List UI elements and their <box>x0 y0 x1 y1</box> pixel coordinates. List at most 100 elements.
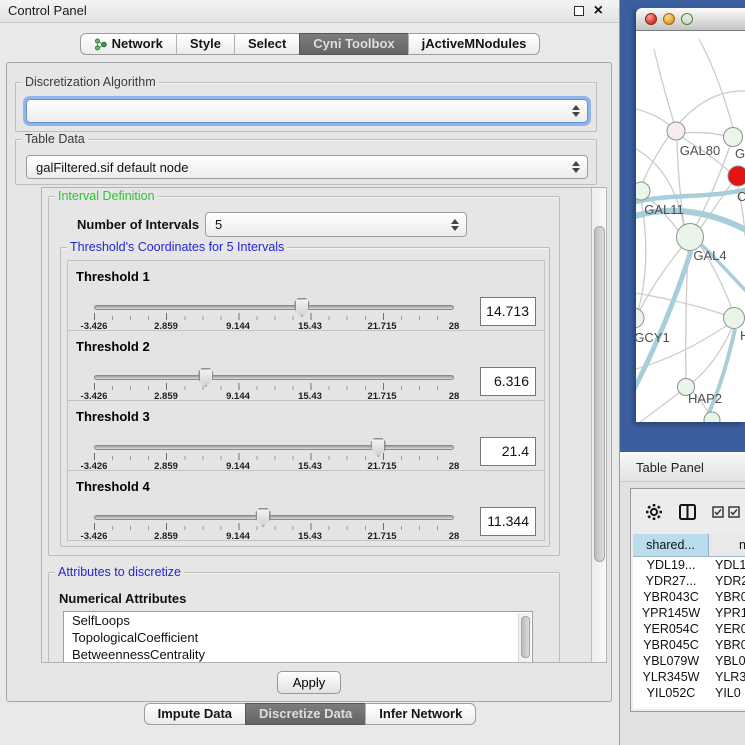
cell-shared-name[interactable]: YIL052C <box>633 685 709 701</box>
table-row[interactable]: YLR345W YLR3 <box>633 669 745 685</box>
minimize-traffic-light-icon[interactable] <box>663 13 675 25</box>
network-window[interactable]: GAL80GCGAL11GAL4GCY1HHAP2 <box>636 8 745 422</box>
cell-name[interactable]: YIL0 <box>709 685 745 701</box>
tab-cyni-toolbox[interactable]: Cyni Toolbox <box>299 33 407 55</box>
tab-infer-network[interactable]: Infer Network <box>365 703 476 725</box>
cell-shared-name[interactable]: YDL19... <box>633 557 709 573</box>
tick-label: 28 <box>449 531 460 542</box>
bottom-tab-bar: Impute Data Discretize Data Infer Networ… <box>0 703 620 725</box>
algorithm-combo[interactable] <box>26 99 588 123</box>
gear-icon[interactable] <box>645 503 663 521</box>
slider-track[interactable] <box>94 305 454 310</box>
zoom-traffic-light-icon[interactable] <box>681 13 693 25</box>
table-row[interactable]: YPR145W YPR1 <box>633 605 745 621</box>
list-item[interactable]: BetweennessCentrality <box>64 646 532 663</box>
section-title: Threshold's Coordinates for 5 Intervals <box>67 240 287 254</box>
cell-shared-name[interactable]: YDR27... <box>633 573 709 589</box>
tab-discretize-data[interactable]: Discretize Data <box>245 703 365 725</box>
threshold-value-field[interactable]: 6.316 <box>480 367 536 396</box>
threshold-label: Threshold 1 <box>76 269 150 284</box>
settings-scrollpane: Interval Definition Number of Intervals … <box>41 187 607 663</box>
control-panel-title: Control Panel <box>8 3 87 18</box>
network-node[interactable] <box>677 224 704 251</box>
network-node[interactable] <box>636 182 650 200</box>
network-node[interactable] <box>724 308 745 329</box>
table-data-combo[interactable]: galFiltered.sif default node <box>26 155 588 179</box>
network-node[interactable] <box>704 412 720 422</box>
tab-label: Style <box>190 33 221 55</box>
tab-select[interactable]: Select <box>234 33 299 55</box>
threshold-slider[interactable]: -3.426 2.859 9.144 15.43 21.715 28 <box>94 369 454 403</box>
cell-name[interactable]: YBL0 <box>709 653 745 669</box>
table-panel-titlebar: Table Panel <box>620 452 745 482</box>
threshold-slider[interactable]: -3.426 2.859 9.144 15.43 21.715 28 <box>94 509 454 543</box>
settings-scrollbar[interactable] <box>591 188 606 662</box>
tab-network[interactable]: Network <box>80 33 176 55</box>
slider-track[interactable] <box>94 515 454 520</box>
cell-name[interactable]: YLR3 <box>709 669 745 685</box>
cell-name[interactable]: YDR2 <box>709 573 745 589</box>
settings-scrollbar-thumb[interactable] <box>594 226 605 562</box>
table-row[interactable]: YER054C YER0 <box>633 621 745 637</box>
cell-name[interactable]: YPR1 <box>709 605 745 621</box>
tab-jactivemnodules[interactable]: jActiveMNodules <box>408 33 541 55</box>
threshold-slider[interactable]: -3.426 2.859 9.144 15.43 21.715 28 <box>94 299 454 333</box>
table-row[interactable]: YBR045C YBR0 <box>633 637 745 653</box>
apply-button[interactable]: Apply <box>277 671 341 694</box>
tab-label: Network <box>112 33 163 55</box>
table-row[interactable]: YIL052C YIL0 <box>633 685 745 701</box>
network-node[interactable] <box>728 166 745 186</box>
numerical-attributes-list[interactable]: SelfLoopsTopologicalCoefficientBetweenne… <box>63 611 533 663</box>
checkbox-icon[interactable] <box>712 506 724 518</box>
list-scrollbar-thumb[interactable] <box>521 616 530 658</box>
slider-track[interactable] <box>94 375 454 380</box>
cell-shared-name[interactable]: YPR145W <box>633 605 709 621</box>
tab-impute-data[interactable]: Impute Data <box>144 703 245 725</box>
cell-shared-name[interactable]: YBR043C <box>633 589 709 605</box>
node-table: shared... na YDL19... YDL1 YDR27... YDR2… <box>633 534 745 709</box>
number-of-intervals-combo[interactable]: 5 <box>205 212 467 237</box>
column-header-shared-name[interactable]: shared... <box>633 534 709 556</box>
table-row[interactable]: YBR043C YBR0 <box>633 589 745 605</box>
threshold-slider[interactable]: -3.426 2.859 9.144 15.43 21.715 28 <box>94 439 454 473</box>
cell-name[interactable]: YDL1 <box>709 557 745 573</box>
cell-shared-name[interactable]: YBL079W <box>633 653 709 669</box>
cell-name[interactable]: YBR0 <box>709 637 745 653</box>
table-row[interactable]: YBL079W YBL0 <box>633 653 745 669</box>
network-node[interactable] <box>667 122 685 140</box>
table-row[interactable]: YDL19... YDL1 <box>633 557 745 573</box>
tick-label: 9.144 <box>226 531 250 542</box>
cell-shared-name[interactable]: YER054C <box>633 621 709 637</box>
network-canvas[interactable]: GAL80GCGAL11GAL4GCY1HHAP2 <box>636 31 745 422</box>
slider-track[interactable] <box>94 445 454 450</box>
node-label: GAL80 <box>680 143 720 158</box>
cell-name[interactable]: YER0 <box>709 621 745 637</box>
list-item[interactable]: TopologicalCoefficient <box>64 629 532 646</box>
threshold-value-field[interactable]: 14.713 <box>480 297 536 326</box>
cell-name[interactable]: YBR0 <box>709 589 745 605</box>
threshold-row: Threshold 2 -3.426 2.859 9.144 <box>67 330 545 401</box>
threshold-value-field[interactable]: 21.4 <box>480 437 536 466</box>
network-node[interactable] <box>636 308 644 328</box>
tab-style[interactable]: Style <box>176 33 234 55</box>
cell-shared-name[interactable]: YLR345W <box>633 669 709 685</box>
tick-label: 21.715 <box>367 531 396 542</box>
cell-shared-name[interactable]: YBR045C <box>633 637 709 653</box>
close-traffic-light-icon[interactable] <box>645 13 657 25</box>
slider-ticks <box>94 312 455 320</box>
network-window-titlebar[interactable] <box>636 8 745 31</box>
threshold-value-field[interactable]: 11.344 <box>480 507 536 536</box>
list-item[interactable]: SelfLoops <box>64 612 532 629</box>
network-edge <box>699 39 733 128</box>
combo-stepper-icon <box>572 105 580 117</box>
table-row[interactable]: YDR27... YDR2 <box>633 573 745 589</box>
list-scrollbar[interactable] <box>518 613 531 663</box>
split-columns-icon[interactable] <box>678 503 697 521</box>
close-icon[interactable]: × <box>594 4 603 17</box>
column-header-name[interactable]: na <box>709 534 745 556</box>
checkbox-icon[interactable] <box>728 506 740 518</box>
discretization-algorithm-section: Discretization Algorithm <box>15 82 597 132</box>
network-node[interactable] <box>724 128 743 147</box>
float-window-icon[interactable] <box>574 6 584 16</box>
threshold-label: Threshold 4 <box>76 479 150 494</box>
